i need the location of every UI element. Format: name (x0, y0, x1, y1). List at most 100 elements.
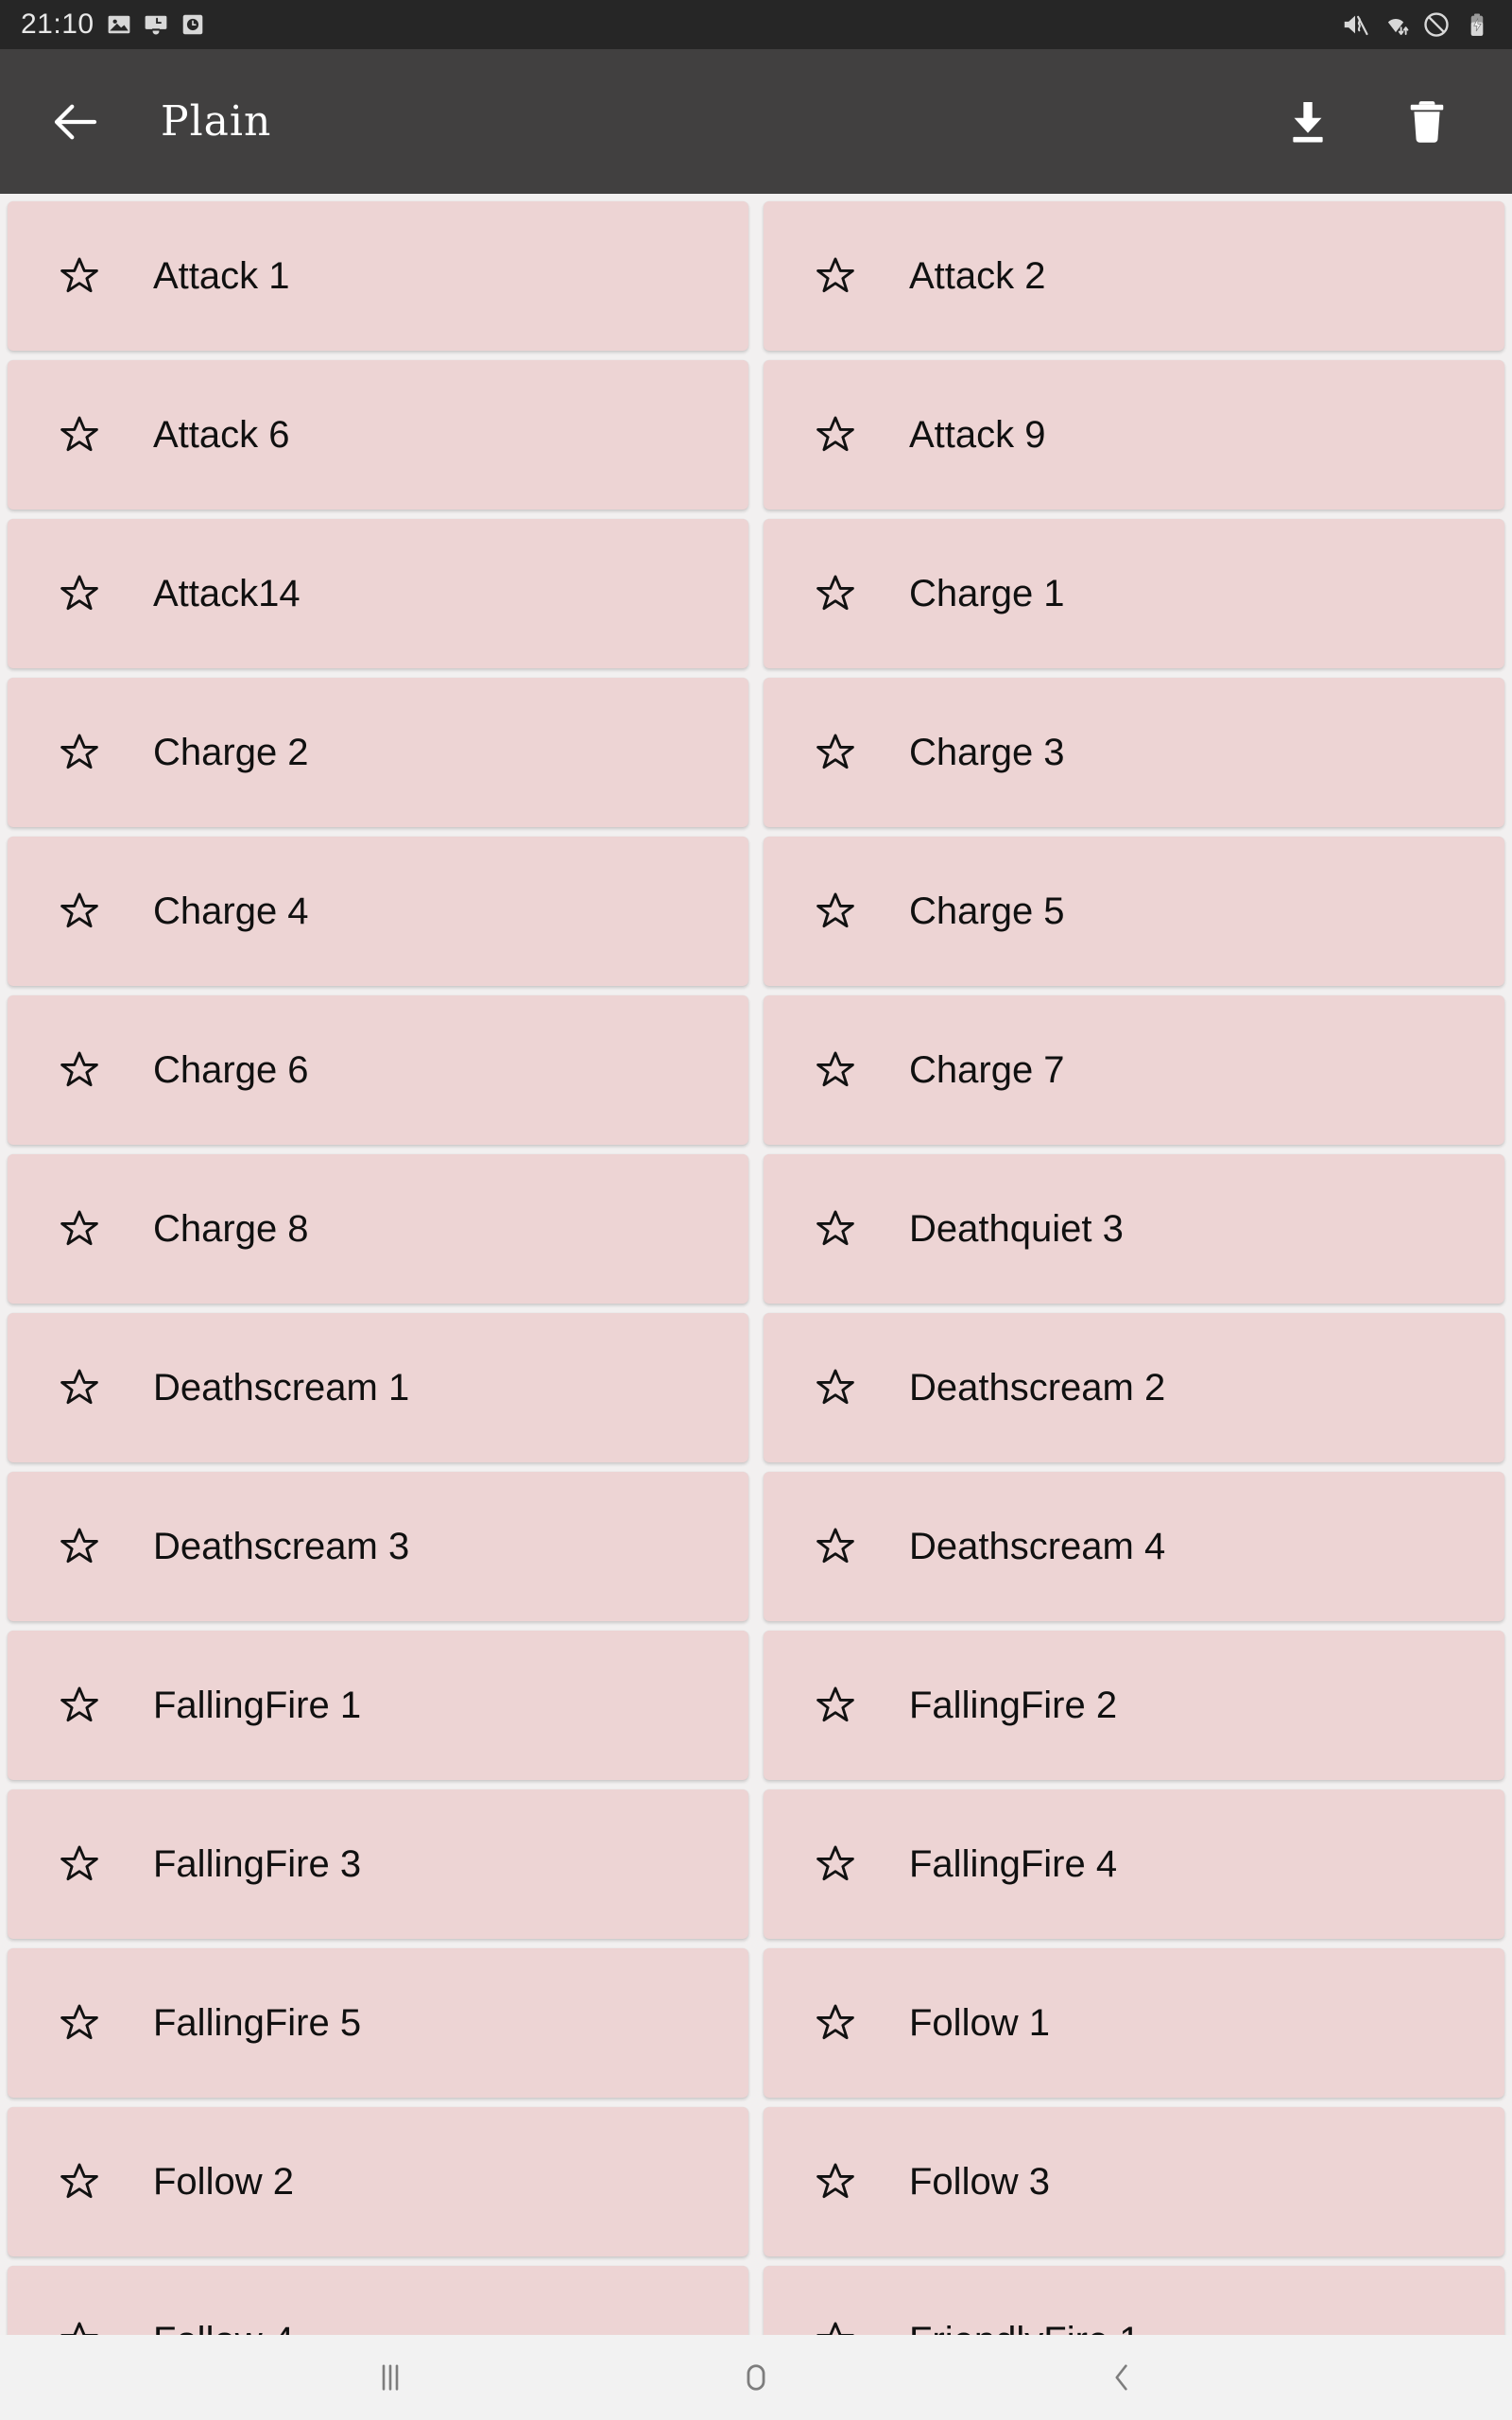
favorite-star-button[interactable] (809, 1044, 862, 1097)
sound-card[interactable]: Charge 1 (764, 519, 1504, 668)
sound-card[interactable]: Follow 4 (8, 2266, 748, 2335)
photo-icon (107, 12, 131, 37)
star-outline-icon (60, 2004, 98, 2040)
favorite-star-button[interactable] (53, 1520, 106, 1573)
star-outline-icon (60, 734, 98, 769)
favorite-star-button[interactable] (53, 408, 106, 461)
favorite-star-button[interactable] (809, 567, 862, 620)
sound-card[interactable]: Deathscream 4 (764, 1472, 1504, 1621)
sound-card[interactable]: FallingFire 2 (764, 1631, 1504, 1780)
star-outline-icon (60, 1051, 98, 1087)
sound-card[interactable]: Charge 6 (8, 995, 748, 1145)
back-navigation-button[interactable] (40, 86, 112, 158)
back-chevron-icon (1115, 2364, 1127, 2391)
favorite-star-button[interactable] (53, 1679, 106, 1732)
sound-card[interactable]: Charge 8 (8, 1154, 748, 1304)
sound-card[interactable]: Deathscream 2 (764, 1313, 1504, 1462)
sound-list-area[interactable]: Attack 1 Attack 2 Attack 6 Attack 9 Attack14… (0, 194, 1512, 2335)
sound-card[interactable]: Deathscream 1 (8, 1313, 748, 1462)
favorite-star-button[interactable] (53, 1202, 106, 1255)
star-outline-icon (60, 1686, 98, 1722)
sound-card[interactable]: Charge 3 (764, 678, 1504, 827)
sound-card[interactable]: FriendlyFire 1 (764, 2266, 1504, 2335)
favorite-star-button[interactable] (809, 250, 862, 302)
sound-card[interactable]: Attack 9 (764, 360, 1504, 510)
sound-card[interactable]: Charge 5 (764, 837, 1504, 986)
sound-card[interactable]: Deathscream 3 (8, 1472, 748, 1621)
favorite-star-button[interactable] (53, 726, 106, 779)
download-icon (1293, 101, 1323, 142)
back-button[interactable] (1070, 2340, 1174, 2415)
page-title: Plain (161, 97, 272, 146)
favorite-star-button[interactable] (809, 1996, 862, 2049)
home-button[interactable] (704, 2340, 808, 2415)
sound-card-label: FallingFire 4 (909, 1842, 1118, 1885)
favorite-star-button[interactable] (809, 1679, 862, 1732)
favorite-star-button[interactable] (53, 1996, 106, 2049)
star-outline-icon (60, 2322, 98, 2335)
star-outline-icon (60, 2163, 98, 2199)
star-outline-icon (816, 257, 854, 293)
sound-card[interactable]: Attack 2 (764, 201, 1504, 351)
favorite-star-button[interactable] (809, 2155, 862, 2208)
favorite-star-button[interactable] (809, 885, 862, 938)
favorite-star-button[interactable] (53, 2314, 106, 2335)
sound-card[interactable]: Follow 1 (764, 1948, 1504, 2098)
sound-card-label: Attack 2 (909, 254, 1046, 297)
home-icon (747, 2364, 765, 2391)
sound-card-label: Charge 7 (909, 1048, 1065, 1091)
sound-card-label: Charge 1 (909, 572, 1065, 614)
sound-card[interactable]: Attack 6 (8, 360, 748, 510)
sound-card[interactable]: Attack14 (8, 519, 748, 668)
sound-card[interactable]: FallingFire 4 (764, 1789, 1504, 1939)
favorite-star-button[interactable] (809, 408, 862, 461)
sound-card[interactable]: FallingFire 3 (8, 1789, 748, 1939)
sound-card[interactable]: Attack 1 (8, 201, 748, 351)
favorite-star-button[interactable] (53, 1044, 106, 1097)
app-bar: Plain (0, 49, 1512, 194)
sound-card-label: Charge 4 (153, 890, 309, 932)
sound-card[interactable]: Charge 2 (8, 678, 748, 827)
status-bar-left: 21:10 (21, 10, 205, 39)
sound-card[interactable]: FallingFire 5 (8, 1948, 748, 2098)
favorite-star-button[interactable] (809, 1520, 862, 1573)
sound-card[interactable]: FallingFire 1 (8, 1631, 748, 1780)
sound-card[interactable]: Follow 2 (8, 2107, 748, 2256)
favorite-star-button[interactable] (809, 1838, 862, 1891)
alarm-box-icon (144, 12, 168, 37)
favorite-star-button[interactable] (53, 885, 106, 938)
sound-card-label: Charge 6 (153, 1048, 309, 1091)
status-bar: 21:10 (0, 0, 1512, 49)
favorite-star-button[interactable] (53, 2155, 106, 2208)
favorite-star-button[interactable] (53, 567, 106, 620)
star-outline-icon (816, 1051, 854, 1087)
favorite-star-button[interactable] (809, 1361, 862, 1414)
favorite-star-button[interactable] (53, 1838, 106, 1891)
star-outline-icon (60, 1845, 98, 1881)
sound-card[interactable]: Charge 4 (8, 837, 748, 986)
sound-card-label: Follow 4 (153, 2320, 294, 2336)
recents-button[interactable] (338, 2340, 442, 2415)
star-outline-icon (60, 257, 98, 293)
status-bar-right (1341, 10, 1491, 39)
star-outline-icon (60, 1528, 98, 1564)
status-clock: 21:10 (21, 9, 94, 40)
star-outline-icon (816, 1528, 854, 1564)
sound-card-label: Attack14 (153, 572, 301, 614)
sound-card-label: FallingFire 3 (153, 1842, 362, 1885)
star-outline-icon (60, 1210, 98, 1246)
sound-card[interactable]: Charge 7 (764, 995, 1504, 1145)
sound-grid: Attack 1 Attack 2 Attack 6 Attack 9 Attack14… (0, 194, 1512, 2335)
sound-card-label: Follow 2 (153, 2160, 294, 2203)
favorite-star-button[interactable] (53, 250, 106, 302)
star-outline-icon (816, 1210, 854, 1246)
delete-button[interactable] (1387, 82, 1467, 162)
download-button[interactable] (1268, 82, 1348, 162)
sound-card[interactable]: Deathquiet 3 (764, 1154, 1504, 1304)
favorite-star-button[interactable] (809, 726, 862, 779)
favorite-star-button[interactable] (809, 1202, 862, 1255)
favorite-star-button[interactable] (53, 1361, 106, 1414)
system-navigation-bar (0, 2335, 1512, 2420)
sound-card[interactable]: Follow 3 (764, 2107, 1504, 2256)
favorite-star-button[interactable] (809, 2314, 862, 2335)
